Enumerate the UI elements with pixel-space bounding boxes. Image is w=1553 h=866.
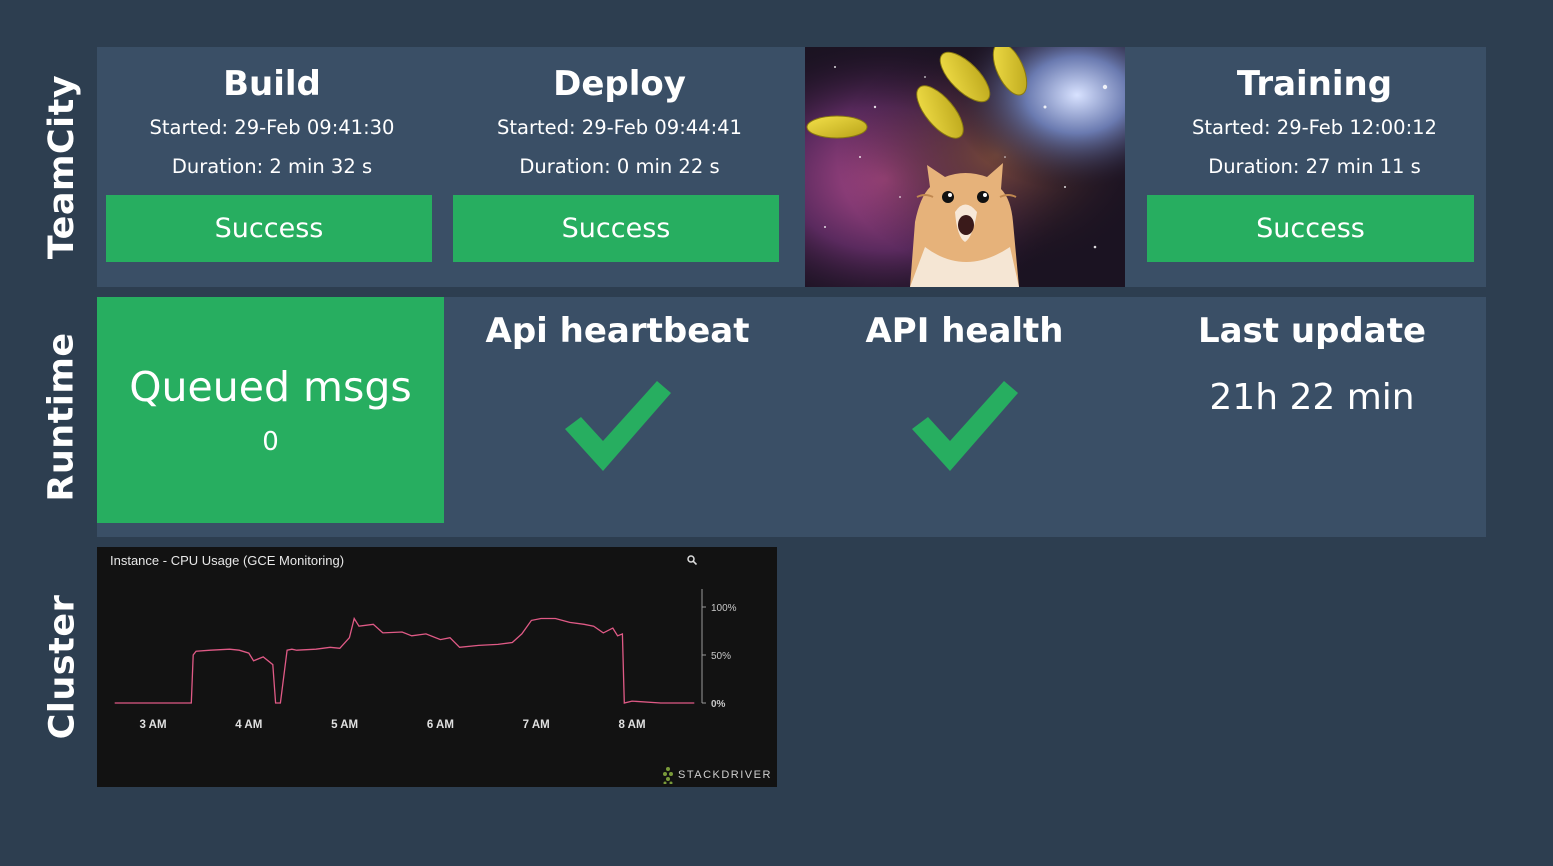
y-tick-label: 100% (711, 603, 737, 614)
api-heartbeat-tile[interactable]: Api heartbeat (444, 297, 791, 351)
checkmark-icon (565, 381, 671, 471)
cpu-usage-chart[interactable]: Instance - CPU Usage (GCE Monitoring) 10… (97, 547, 777, 787)
build-title: Build (223, 64, 321, 104)
api-health-title: API health (865, 311, 1064, 351)
queued-msgs-value: 0 (262, 427, 279, 457)
y-tick-label: 0% (711, 699, 726, 710)
training-duration: Duration: 27 min 11 s (1208, 155, 1421, 178)
row-label-cluster: Cluster (42, 594, 83, 740)
deploy-status-badge[interactable]: Success (453, 195, 779, 262)
y-tick-label: 50% (711, 651, 731, 662)
last-update-title: Last update (1197, 311, 1427, 351)
teamcity-panel: Build Started: 29-Feb 09:41:30 Duration:… (97, 47, 1486, 287)
deploy-tile[interactable]: Deploy Started: 29-Feb 09:44:41 Duration… (447, 47, 792, 182)
x-tick-label: 5 AM (331, 719, 358, 731)
build-duration: Duration: 2 min 32 s (171, 155, 373, 178)
deploy-started: Started: 29-Feb 09:44:41 (497, 116, 742, 139)
build-tile[interactable]: Build Started: 29-Feb 09:41:30 Duration:… (97, 47, 447, 182)
checkmark-icon (912, 381, 1018, 471)
chart-plot: 100% 50% 0% 3 AM 4 AM 5 AM 6 AM 7 AM 8 AM (114, 589, 737, 731)
stackdriver-label: STACKDRIVER (678, 769, 772, 781)
runtime-panel: Queued msgs 0 Api heartbeat API health L… (97, 297, 1486, 537)
stackdriver-brand: STACKDRIVER (662, 766, 772, 784)
row-label-teamcity: TeamCity (42, 74, 82, 260)
deploy-duration: Duration: 0 min 22 s (519, 155, 720, 178)
last-update-value: 21h 22 min (1209, 377, 1415, 418)
x-tick-label: 6 AM (427, 719, 454, 731)
x-tick-label: 8 AM (618, 719, 645, 731)
last-update-tile[interactable]: Last update 21h 22 min (1138, 297, 1486, 418)
training-title: Training (1236, 64, 1393, 104)
x-tick-label: 7 AM (523, 719, 550, 731)
deploy-title: Deploy (553, 64, 686, 104)
x-tick-label: 4 AM (235, 719, 262, 731)
x-tick-label: 3 AM (139, 719, 166, 731)
build-status-badge[interactable]: Success (106, 195, 432, 262)
cpu-usage-line (114, 616, 695, 704)
queued-msgs-label: Queued msgs (129, 363, 412, 411)
api-heartbeat-title: Api heartbeat (485, 311, 750, 351)
training-status-badge[interactable]: Success (1147, 195, 1474, 262)
stackdriver-logo-icon (663, 767, 673, 784)
space-cat-image (805, 47, 1125, 287)
row-label-runtime: Runtime (42, 332, 83, 502)
queued-msgs-tile[interactable]: Queued msgs 0 (97, 297, 444, 523)
api-health-tile[interactable]: API health (791, 297, 1138, 351)
training-started: Started: 29-Feb 12:00:12 (1192, 116, 1437, 139)
build-started: Started: 29-Feb 09:41:30 (149, 116, 395, 139)
training-tile[interactable]: Training Started: 29-Feb 12:00:12 Durati… (1137, 47, 1492, 182)
